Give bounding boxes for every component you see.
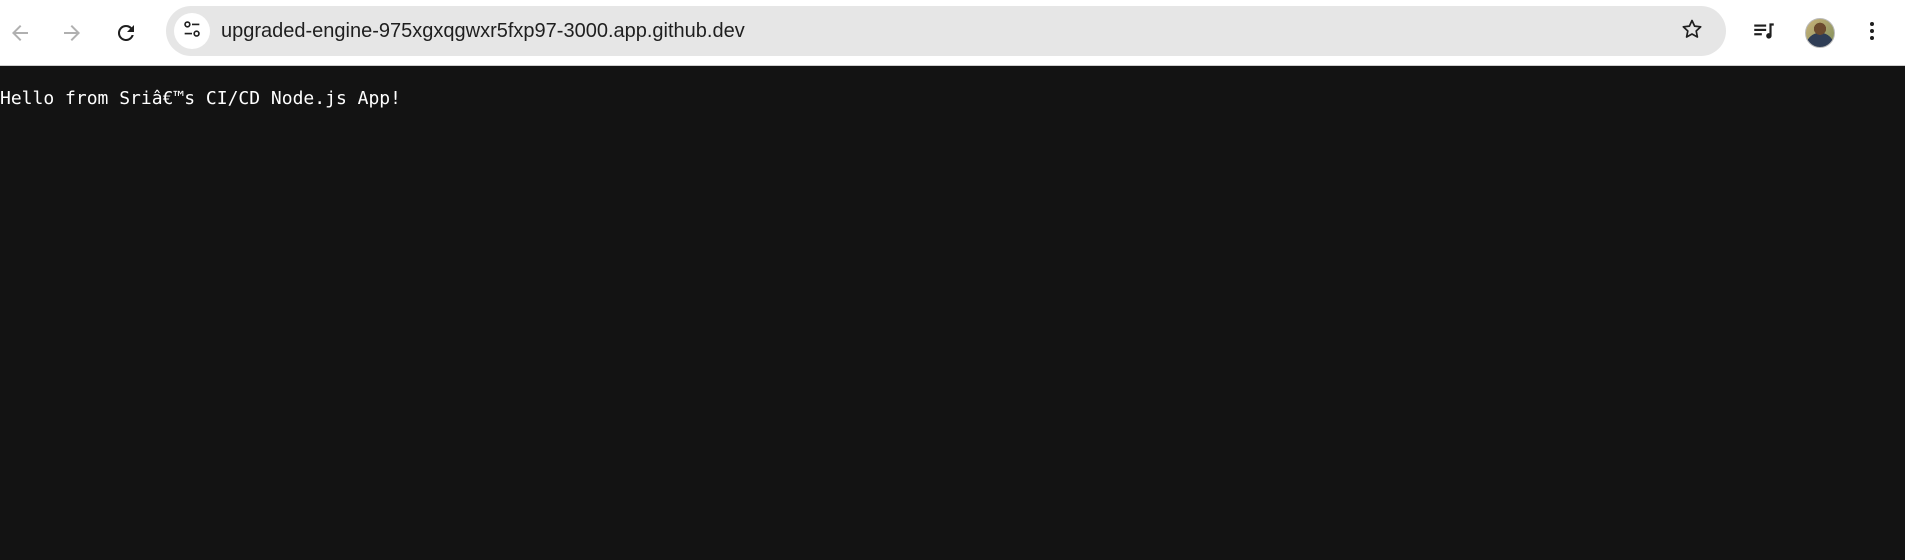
- address-bar[interactable]: upgraded-engine-975xgxqgwxr5fxp97-3000.a…: [166, 6, 1726, 56]
- star-icon: [1680, 17, 1704, 46]
- tune-icon: [181, 18, 203, 45]
- arrow-right-icon: [60, 21, 84, 45]
- reload-button[interactable]: [106, 13, 146, 53]
- avatar: [1805, 18, 1835, 48]
- back-button[interactable]: [0, 13, 40, 53]
- queue-music-icon: [1751, 18, 1777, 49]
- media-controls-button[interactable]: [1744, 13, 1784, 53]
- page-content: Hello from Sriâ€™s CI/CD Node.js App!: [0, 66, 1905, 560]
- browser-menu-button[interactable]: [1852, 13, 1892, 53]
- browser-toolbar: upgraded-engine-975xgxqgwxr5fxp97-3000.a…: [0, 0, 1905, 66]
- forward-button[interactable]: [52, 13, 92, 53]
- url-text[interactable]: upgraded-engine-975xgxqgwxr5fxp97-3000.a…: [221, 6, 745, 56]
- kebab-menu-icon: [1860, 19, 1884, 48]
- bookmark-button[interactable]: [1674, 13, 1710, 49]
- page-text: Hello from Sriâ€™s CI/CD Node.js App!: [0, 88, 401, 109]
- reload-icon: [114, 21, 138, 45]
- profile-button[interactable]: [1800, 13, 1840, 53]
- arrow-left-icon: [8, 21, 32, 45]
- site-info-button[interactable]: [174, 13, 210, 49]
